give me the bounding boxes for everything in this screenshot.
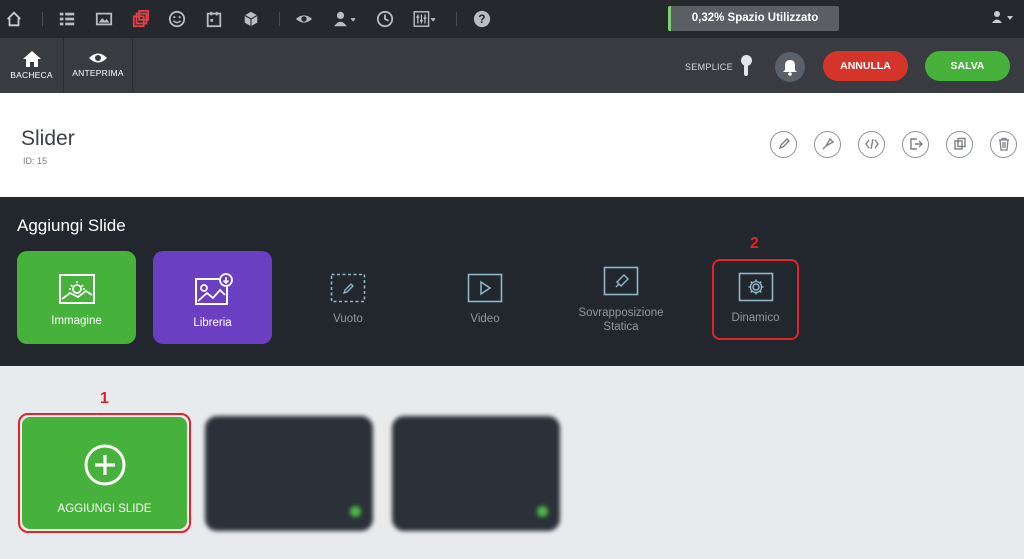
edit-button[interactable] bbox=[770, 131, 797, 158]
eye-icon bbox=[89, 53, 107, 63]
slide-thumbnail[interactable] bbox=[205, 416, 373, 531]
add-static-overlay-button[interactable]: Sovrapposizione Statica bbox=[567, 264, 675, 334]
code-button[interactable] bbox=[858, 131, 885, 158]
add-dynamic-slide-button[interactable]: Dinamico bbox=[712, 259, 799, 340]
tile-label: Dinamico bbox=[731, 312, 780, 324]
home-icon[interactable] bbox=[4, 9, 24, 29]
preview-label: ANTEPRIMA bbox=[72, 68, 124, 78]
image-icon bbox=[58, 274, 95, 304]
add-image-slide-button[interactable]: Immagine bbox=[17, 251, 136, 344]
storage-usage-indicator: 0,32% Spazio Utilizzato bbox=[668, 6, 839, 31]
add-library-slide-button[interactable]: Libreria bbox=[153, 251, 272, 344]
user-admin-icon[interactable] bbox=[331, 9, 359, 29]
sliders-icon[interactable] bbox=[411, 9, 439, 29]
duplicate-button[interactable] bbox=[946, 131, 973, 158]
empty-icon bbox=[330, 273, 366, 303]
video-icon bbox=[467, 273, 503, 303]
slider-header: Slider ID: 15 bbox=[0, 93, 1024, 197]
separator bbox=[279, 12, 280, 26]
add-slide-section: Aggiungi Slide Immagine Libreria Vuoto V… bbox=[0, 197, 1024, 366]
tile-label: Immagine bbox=[51, 315, 102, 327]
separator bbox=[456, 12, 457, 26]
dashboard-label: BACHECA bbox=[10, 70, 53, 80]
help-icon[interactable]: ? bbox=[472, 9, 492, 29]
cancel-button[interactable]: ANNULLA bbox=[823, 51, 908, 81]
tile-label: Video bbox=[470, 313, 500, 325]
export-icon bbox=[909, 138, 923, 150]
add-slide-label: AGGIUNGI SLIDE bbox=[57, 503, 152, 515]
bell-icon bbox=[783, 60, 797, 76]
layers-icon[interactable] bbox=[131, 9, 151, 29]
pin-icon bbox=[603, 266, 639, 296]
top-bar: ? 0,32% Spazio Utilizzato bbox=[0, 0, 1024, 38]
slider-id: ID: 15 bbox=[23, 156, 48, 166]
dashboard-button[interactable]: BACHECA bbox=[0, 38, 64, 93]
code-icon bbox=[864, 138, 879, 150]
separator bbox=[42, 12, 43, 26]
user-menu[interactable] bbox=[992, 10, 1016, 27]
mode-label: SEMPLICE bbox=[685, 62, 733, 72]
add-video-slide-button[interactable]: Video bbox=[455, 267, 515, 325]
image-icon[interactable] bbox=[94, 9, 114, 29]
tile-label: Libreria bbox=[193, 317, 232, 329]
home-icon bbox=[22, 51, 41, 67]
plus-circle-icon bbox=[84, 444, 125, 486]
save-button[interactable]: SALVA bbox=[925, 51, 1010, 81]
preview-button[interactable]: ANTEPRIMA bbox=[64, 38, 133, 93]
duplicate-icon bbox=[953, 137, 966, 150]
smiley-icon[interactable] bbox=[167, 9, 187, 29]
annotation-marker-1: 1 bbox=[100, 390, 109, 407]
list-icon[interactable] bbox=[57, 9, 77, 29]
export-button[interactable] bbox=[902, 131, 929, 158]
box-icon[interactable] bbox=[241, 9, 261, 29]
section-title: Aggiungi Slide bbox=[17, 216, 126, 235]
annotation-marker-2: 2 bbox=[750, 235, 759, 252]
trash-icon bbox=[998, 137, 1009, 151]
mode-toggle[interactable] bbox=[740, 55, 752, 77]
delete-button[interactable] bbox=[990, 131, 1017, 158]
clock-icon[interactable] bbox=[375, 9, 395, 29]
status-dot bbox=[537, 506, 548, 517]
tile-label: Sovrapposizione Statica bbox=[578, 307, 664, 333]
svg-text:?: ? bbox=[478, 13, 485, 26]
brush-button[interactable] bbox=[814, 131, 841, 158]
status-dot bbox=[350, 506, 361, 517]
calendar-icon[interactable] bbox=[204, 9, 224, 29]
notifications-button[interactable] bbox=[775, 52, 805, 82]
page-title: Slider bbox=[21, 127, 75, 150]
gear-icon bbox=[738, 272, 773, 302]
library-icon bbox=[194, 273, 233, 305]
slide-thumbnail[interactable] bbox=[392, 416, 560, 531]
tile-label: Vuoto bbox=[333, 313, 363, 325]
add-empty-slide-button[interactable]: Vuoto bbox=[318, 267, 378, 325]
add-slide-button[interactable]: AGGIUNGI SLIDE bbox=[18, 413, 191, 533]
edit-icon bbox=[778, 138, 790, 150]
brush-icon bbox=[822, 137, 834, 150]
eye-icon[interactable] bbox=[294, 9, 314, 29]
